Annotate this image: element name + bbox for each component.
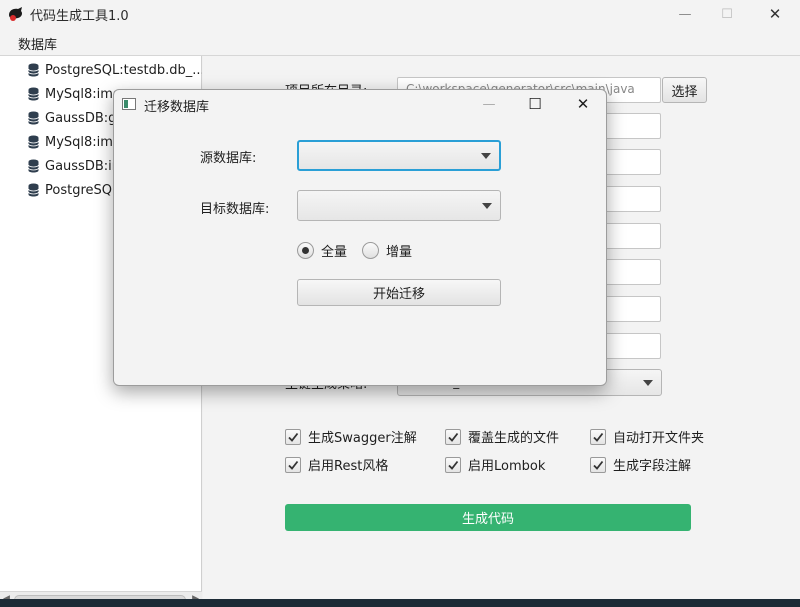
target-db-select[interactable] bbox=[297, 190, 501, 221]
checkmark-icon bbox=[590, 428, 606, 445]
minimize-button[interactable]: — bbox=[662, 0, 708, 28]
database-icon bbox=[28, 63, 39, 77]
checkmark-icon bbox=[590, 456, 606, 473]
database-icon bbox=[28, 135, 39, 149]
checkmark-icon bbox=[445, 428, 461, 445]
maximize-icon: ☐ bbox=[721, 6, 733, 22]
minimize-icon: — bbox=[482, 96, 496, 112]
menubar: 数据库 bbox=[0, 28, 800, 56]
source-db-select[interactable] bbox=[297, 140, 501, 171]
maximize-button[interactable]: ☐ bbox=[704, 0, 750, 28]
checkbox-label: 启用Rest风格 bbox=[308, 459, 389, 474]
radio-unselected-icon bbox=[362, 242, 379, 259]
minimize-icon: — bbox=[678, 6, 692, 22]
dialog-maximize-button[interactable]: ☐ bbox=[512, 90, 558, 118]
close-icon: ✕ bbox=[576, 95, 590, 113]
chevron-down-icon bbox=[481, 153, 491, 159]
menu-database[interactable]: 数据库 bbox=[18, 34, 57, 53]
radio-label: 全量 bbox=[321, 245, 348, 260]
rest-style-checkbox[interactable]: 启用Rest风格 bbox=[285, 455, 388, 474]
dialog-titlebar: 迁移数据库 — ☐ ✕ bbox=[114, 90, 606, 118]
tree-item-label: MySql8:ims bbox=[45, 86, 120, 102]
database-icon bbox=[28, 111, 39, 125]
browse-button[interactable]: 选择 bbox=[662, 77, 707, 103]
lombok-checkbox[interactable]: 启用Lombok bbox=[445, 455, 545, 474]
close-icon: ✕ bbox=[768, 5, 782, 23]
swagger-checkbox[interactable]: 生成Swagger注解 bbox=[285, 427, 417, 446]
dialog-minimize-button[interactable]: — bbox=[466, 90, 512, 118]
maximize-icon: ☐ bbox=[528, 95, 542, 113]
target-db-label: 目标数据库: bbox=[200, 202, 270, 217]
chevron-down-icon bbox=[643, 380, 653, 386]
app-logo-icon bbox=[9, 7, 22, 21]
dialog-close-button[interactable]: ✕ bbox=[560, 90, 606, 118]
overwrite-files-checkbox[interactable]: 覆盖生成的文件 bbox=[445, 427, 559, 446]
checkmark-icon bbox=[285, 428, 301, 445]
radio-label: 增量 bbox=[386, 245, 413, 260]
source-db-label: 源数据库: bbox=[200, 151, 257, 166]
checkbox-label: 生成Swagger注解 bbox=[308, 431, 417, 446]
database-icon bbox=[28, 159, 39, 173]
full-migration-radio[interactable]: 全量 bbox=[297, 241, 347, 260]
database-icon bbox=[28, 183, 39, 197]
taskbar-strip bbox=[0, 599, 800, 607]
tree-item[interactable]: PostgreSQL:testdb.db_... bbox=[28, 60, 202, 80]
tree-item-label: MySql8:ims bbox=[45, 134, 120, 150]
checkmark-icon bbox=[445, 456, 461, 473]
dialog-title: 迁移数据库 bbox=[144, 100, 210, 115]
chevron-down-icon bbox=[482, 203, 492, 209]
tree-item-label: PostgreSQL:testdb.db_... bbox=[45, 62, 202, 78]
checkbox-label: 覆盖生成的文件 bbox=[468, 431, 560, 446]
migrate-database-dialog: 迁移数据库 — ☐ ✕ 源数据库: 目标数据库: 全量 增量 开始迁移 bbox=[113, 89, 607, 386]
checkbox-label: 生成字段注解 bbox=[613, 459, 692, 474]
field-comments-checkbox[interactable]: 生成字段注解 bbox=[590, 455, 691, 474]
radio-selected-icon bbox=[297, 242, 314, 259]
generate-code-button[interactable]: 生成代码 bbox=[285, 504, 691, 531]
open-folder-checkbox[interactable]: 自动打开文件夹 bbox=[590, 427, 704, 446]
close-button[interactable]: ✕ bbox=[752, 0, 798, 28]
incremental-migration-radio[interactable]: 增量 bbox=[362, 241, 412, 260]
tree-item-label: PostgreSQL bbox=[45, 182, 120, 198]
dialog-app-icon bbox=[122, 98, 136, 110]
main-titlebar: 代码生成工具1.0 — ☐ ✕ bbox=[0, 0, 800, 28]
checkbox-label: 启用Lombok bbox=[468, 459, 546, 474]
window-title: 代码生成工具1.0 bbox=[30, 9, 129, 24]
database-icon bbox=[28, 87, 39, 101]
checkmark-icon bbox=[285, 456, 301, 473]
start-migration-button[interactable]: 开始迁移 bbox=[297, 279, 501, 306]
checkbox-label: 自动打开文件夹 bbox=[613, 431, 705, 446]
